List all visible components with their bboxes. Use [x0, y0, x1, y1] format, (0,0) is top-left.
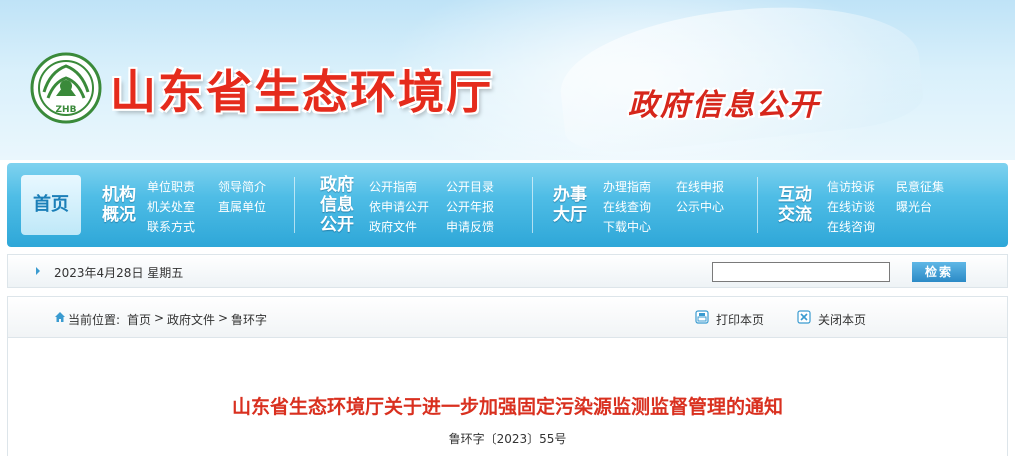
- nav-group-title-line: 大厅: [553, 205, 587, 225]
- nav-group-title-service-hall[interactable]: 办事 大厅: [550, 185, 590, 225]
- nav-link-leaders[interactable]: 领导简介: [218, 180, 266, 194]
- nav-link-contact[interactable]: 联系方式: [147, 220, 195, 234]
- nav-link-offices[interactable]: 机关处室: [147, 200, 195, 214]
- triangle-right-icon: [36, 267, 40, 275]
- search-input[interactable]: [712, 262, 890, 282]
- search-button[interactable]: 检索: [912, 262, 966, 282]
- nav-link-apply-feedback[interactable]: 申请反馈: [446, 220, 494, 234]
- nav-link-online-interview[interactable]: 在线访谈: [827, 200, 875, 214]
- breadcrumb-current: 鲁环字: [231, 313, 268, 327]
- print-page-link[interactable]: 打印本页: [716, 311, 764, 328]
- nav-link-exposure-board[interactable]: 曝光台: [896, 200, 932, 214]
- nav-link-subordinate-units[interactable]: 直属单位: [218, 200, 266, 214]
- breadcrumb-gov-documents[interactable]: 政府文件: [167, 311, 215, 328]
- nav-link-unit-duties[interactable]: 单位职责: [147, 180, 195, 194]
- breadcrumb-home[interactable]: 首页: [127, 311, 151, 328]
- home-icon: [55, 312, 65, 322]
- nav-link-online-query[interactable]: 在线查询: [603, 200, 651, 214]
- nav-link-apply-disclosure[interactable]: 依申请公开: [369, 200, 429, 214]
- nav-link-public-center[interactable]: 公示中心: [676, 200, 724, 214]
- nav-group-title-line: 信息: [320, 195, 354, 215]
- nav-link-online-consult[interactable]: 在线咨询: [827, 220, 875, 234]
- nav-group-title-gov-info[interactable]: 政府 信息 公开: [317, 175, 357, 235]
- nav-link-open-catalog[interactable]: 公开目录: [446, 180, 494, 194]
- nav-link-download-center[interactable]: 下载中心: [603, 220, 651, 234]
- nav-group-title-org[interactable]: 机构 概况: [99, 185, 139, 225]
- nav-link-petition[interactable]: 信访投诉: [827, 180, 875, 194]
- breadcrumb-prefix: 当前位置:: [68, 313, 121, 327]
- nav-link-handling-guide[interactable]: 办理指南: [603, 180, 651, 194]
- close-page-link[interactable]: 关闭本页: [818, 311, 866, 328]
- section-title: 政府信息公开: [628, 88, 820, 123]
- breadcrumb-separator: >: [154, 311, 165, 325]
- nav-link-online-declare[interactable]: 在线申报: [676, 180, 724, 194]
- nav-home-button[interactable]: 首页: [21, 175, 81, 235]
- nav-group-title-line: 概况: [102, 205, 136, 225]
- logo-text: ZHB: [56, 105, 77, 115]
- breadcrumb-bar: 当前位置: 首页 > 政府文件 > 鲁环字 打印本页 关闭本页: [7, 296, 1008, 338]
- nav-divider: [294, 177, 295, 233]
- print-icon[interactable]: [695, 310, 709, 324]
- nav-link-gov-documents[interactable]: 政府文件: [369, 220, 417, 234]
- nav-group-title-line: 办事: [553, 185, 587, 205]
- site-title[interactable]: 山东省生态环境厅: [110, 56, 494, 122]
- zhb-emblem-icon: ZHB: [30, 52, 102, 124]
- document-content: 山东省生态环境厅关于进一步加强固定污染源监测监督管理的通知 鲁环字〔2023〕5…: [7, 338, 1008, 456]
- nav-group-title-line: 政府: [320, 175, 354, 195]
- nav-link-open-guide[interactable]: 公开指南: [369, 180, 417, 194]
- nav-divider: [532, 177, 533, 233]
- header-banner: ZHB 山东省生态环境厅 政府信息公开: [0, 0, 1015, 160]
- nav-group-title-line: 互动: [778, 185, 812, 205]
- document-title: 山东省生态环境厅关于进一步加强固定污染源监测监督管理的通知: [231, 396, 783, 418]
- nav-group-title-line: 交流: [778, 205, 812, 225]
- nav-divider: [757, 177, 758, 233]
- nav-link-annual-report[interactable]: 公开年报: [446, 200, 494, 214]
- close-icon[interactable]: [797, 310, 811, 324]
- date-search-bar: 2023年4月28日 星期五 检索: [7, 254, 1008, 288]
- nav-link-public-opinion[interactable]: 民意征集: [896, 180, 944, 194]
- breadcrumb-separator: >: [218, 311, 229, 325]
- document-number: 鲁环字〔2023〕55号: [448, 432, 567, 446]
- nav-group-title-line: 机构: [102, 185, 136, 205]
- nav-group-title-line: 公开: [320, 215, 354, 235]
- nav-group-title-interaction[interactable]: 互动 交流: [775, 185, 815, 225]
- current-date: 2023年4月28日 星期五: [54, 266, 184, 280]
- main-nav: 首页 机构 概况 单位职责 领导简介 机关处室 直属单位 联系方式 政府 信息 …: [7, 163, 1008, 247]
